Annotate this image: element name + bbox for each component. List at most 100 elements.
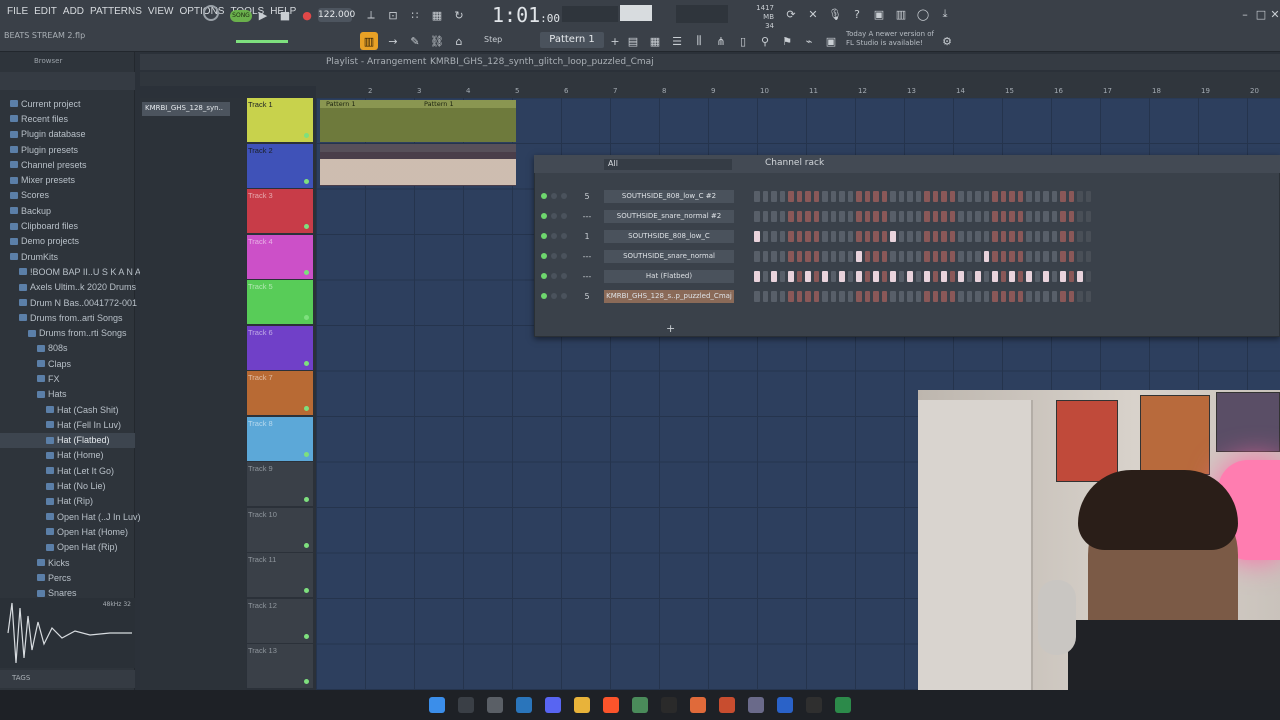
step-button[interactable]: [1051, 210, 1057, 222]
record-icon[interactable]: ●: [298, 6, 316, 24]
step-button[interactable]: [992, 250, 998, 262]
step-button[interactable]: [822, 290, 828, 302]
step-button[interactable]: [788, 290, 794, 302]
touch-keyboard-icon[interactable]: ⚲: [756, 32, 774, 50]
step-button[interactable]: [966, 290, 972, 302]
step-button[interactable]: [847, 190, 853, 202]
step-button[interactable]: [1085, 290, 1091, 302]
step-button[interactable]: [924, 250, 930, 262]
step-button[interactable]: [890, 290, 896, 302]
wait-input-icon[interactable]: ⊡: [384, 6, 402, 24]
step-button[interactable]: [771, 190, 777, 202]
channel-select-led[interactable]: [734, 190, 750, 203]
step-button[interactable]: [975, 190, 981, 202]
microphone-icon[interactable]: 🎙: [826, 5, 844, 23]
step-button[interactable]: [881, 290, 887, 302]
step-button[interactable]: [1034, 270, 1040, 282]
browser-item[interactable]: Hat (Fell In Luv): [0, 417, 135, 432]
track-mute-led[interactable]: [304, 679, 309, 684]
step-button[interactable]: [898, 250, 904, 262]
browser-item[interactable]: Current project: [0, 96, 135, 111]
step-button[interactable]: [907, 230, 913, 242]
step-button[interactable]: [1077, 210, 1083, 222]
step-button[interactable]: [1051, 250, 1057, 262]
step-button[interactable]: [754, 270, 760, 282]
step-button[interactable]: [1085, 210, 1091, 222]
step-button[interactable]: [822, 190, 828, 202]
master-volume-slider[interactable]: [236, 40, 288, 43]
channel-mute-leds[interactable]: [540, 293, 572, 299]
step-button[interactable]: [1085, 250, 1091, 262]
step-button[interactable]: [864, 250, 870, 262]
step-button[interactable]: [1034, 190, 1040, 202]
step-button[interactable]: [966, 210, 972, 222]
step-button[interactable]: [813, 270, 819, 282]
step-button[interactable]: [975, 290, 981, 302]
loop-record-icon[interactable]: ↻: [450, 6, 468, 24]
step-button[interactable]: [771, 210, 777, 222]
step-button[interactable]: [1077, 270, 1083, 282]
step-button[interactable]: [949, 190, 955, 202]
step-button[interactable]: [1051, 270, 1057, 282]
step-button[interactable]: [1077, 190, 1083, 202]
news-icon[interactable]: ▣: [822, 32, 840, 50]
step-button[interactable]: [1009, 230, 1015, 242]
step-button[interactable]: [864, 290, 870, 302]
step-button[interactable]: [1060, 270, 1066, 282]
step-button[interactable]: [873, 230, 879, 242]
news-notification[interactable]: Today A newer version of FL Studio is av…: [846, 30, 936, 48]
step-button[interactable]: [1000, 230, 1006, 242]
step-button[interactable]: [788, 270, 794, 282]
step-button[interactable]: [1000, 210, 1006, 222]
step-button[interactable]: [1060, 250, 1066, 262]
settings-icon[interactable]: ⚙: [938, 32, 956, 50]
step-button[interactable]: [932, 270, 938, 282]
browser-item[interactable]: Open Hat (Rip): [0, 540, 135, 555]
step-button[interactable]: [762, 250, 768, 262]
step-button[interactable]: [941, 230, 947, 242]
step-button[interactable]: [813, 290, 819, 302]
tags-label[interactable]: TAGS: [0, 670, 135, 688]
step-button[interactable]: [898, 190, 904, 202]
step-button[interactable]: [1009, 250, 1015, 262]
step-button[interactable]: [839, 290, 845, 302]
step-button[interactable]: [873, 270, 879, 282]
browser-item[interactable]: Drums from..rti Songs: [0, 325, 135, 340]
mixer-window-icon[interactable]: ⫼: [690, 32, 708, 50]
step-button[interactable]: [915, 250, 921, 262]
step-button[interactable]: [1068, 290, 1074, 302]
step-button[interactable]: [881, 230, 887, 242]
step-button[interactable]: [771, 290, 777, 302]
step-button[interactable]: [762, 190, 768, 202]
step-button[interactable]: [992, 230, 998, 242]
step-button[interactable]: [813, 230, 819, 242]
track-header[interactable]: Track 11: [247, 553, 313, 597]
brave-icon[interactable]: [603, 697, 619, 713]
step-button[interactable]: [958, 270, 964, 282]
capcut-icon[interactable]: [806, 697, 822, 713]
step-button[interactable]: [839, 190, 845, 202]
track-mute-led[interactable]: [304, 133, 309, 138]
step-button[interactable]: [1043, 230, 1049, 242]
step-button[interactable]: [1026, 190, 1032, 202]
track-mute-led[interactable]: [304, 406, 309, 411]
cloud-icon[interactable]: ⌁: [800, 32, 818, 50]
track-mute-led[interactable]: [304, 360, 309, 366]
track-header[interactable]: Track 4: [247, 234, 313, 279]
help-icon[interactable]: ?: [848, 5, 866, 23]
browser-item[interactable]: Backup: [0, 203, 135, 218]
channel-name-button[interactable]: SOUTHSIDE_808_low_C #2: [604, 189, 734, 203]
step-button[interactable]: [864, 190, 870, 202]
track-mute-led[interactable]: [304, 542, 309, 548]
step-button[interactable]: [949, 230, 955, 242]
step-button[interactable]: [1026, 230, 1032, 242]
step-button[interactable]: [771, 230, 777, 242]
step-button[interactable]: [856, 250, 862, 262]
tempo-display[interactable]: 122.000: [318, 8, 355, 22]
track-header[interactable]: Track 9: [247, 462, 313, 506]
step-button[interactable]: [822, 250, 828, 262]
step-button[interactable]: [788, 190, 794, 202]
track-mute-led[interactable]: [304, 224, 309, 229]
step-button[interactable]: [898, 290, 904, 302]
step-button[interactable]: [1068, 270, 1074, 282]
